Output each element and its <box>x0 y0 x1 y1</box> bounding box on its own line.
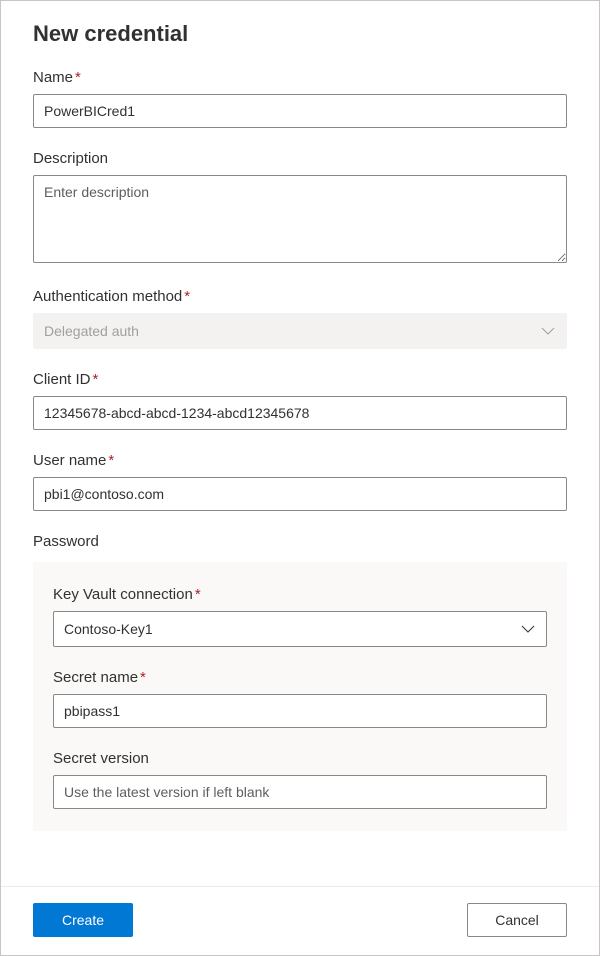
secret-name-label: Secret name* <box>53 669 547 686</box>
required-indicator: * <box>93 371 99 388</box>
auth-method-select: Delegated auth <box>33 313 567 349</box>
description-label: Description <box>33 150 567 167</box>
name-field-group: Name* <box>33 69 567 128</box>
required-indicator: * <box>184 288 190 305</box>
client-id-field-group: Client ID* <box>33 371 567 430</box>
new-credential-panel: New credential Name* Description Authent… <box>0 0 600 956</box>
required-indicator: * <box>75 69 81 86</box>
auth-method-field-group: Authentication method* Delegated auth <box>33 288 567 349</box>
secret-name-field-group: Secret name* <box>53 669 547 728</box>
key-vault-field-group: Key Vault connection* Contoso-Key1 <box>53 586 547 647</box>
auth-method-select-wrapper: Delegated auth <box>33 313 567 349</box>
auth-method-label: Authentication method* <box>33 288 567 305</box>
secret-name-input[interactable] <box>53 694 547 728</box>
required-indicator: * <box>195 586 201 603</box>
key-vault-label: Key Vault connection* <box>53 586 547 603</box>
description-textarea[interactable] <box>33 175 567 263</box>
form-content: New credential Name* Description Authent… <box>1 1 599 886</box>
client-id-label: Client ID* <box>33 371 567 388</box>
description-field-group: Description <box>33 150 567 266</box>
name-label: Name* <box>33 69 567 86</box>
password-section-header: Password <box>33 533 567 550</box>
required-indicator: * <box>108 452 114 469</box>
cancel-button[interactable]: Cancel <box>467 903 567 937</box>
password-subsection: Key Vault connection* Contoso-Key1 Secre… <box>33 562 567 831</box>
secret-version-input[interactable] <box>53 775 547 809</box>
secret-version-field-group: Secret version <box>53 750 547 809</box>
page-title: New credential <box>33 21 567 47</box>
user-name-field-group: User name* <box>33 452 567 511</box>
user-name-label: User name* <box>33 452 567 469</box>
footer: Create Cancel <box>1 886 599 955</box>
name-input[interactable] <box>33 94 567 128</box>
required-indicator: * <box>140 669 146 686</box>
create-button[interactable]: Create <box>33 903 133 937</box>
key-vault-select[interactable]: Contoso-Key1 <box>53 611 547 647</box>
key-vault-select-wrapper: Contoso-Key1 <box>53 611 547 647</box>
client-id-input[interactable] <box>33 396 567 430</box>
secret-version-label: Secret version <box>53 750 547 767</box>
password-section: Password Key Vault connection* Contoso-K… <box>33 533 567 831</box>
user-name-input[interactable] <box>33 477 567 511</box>
